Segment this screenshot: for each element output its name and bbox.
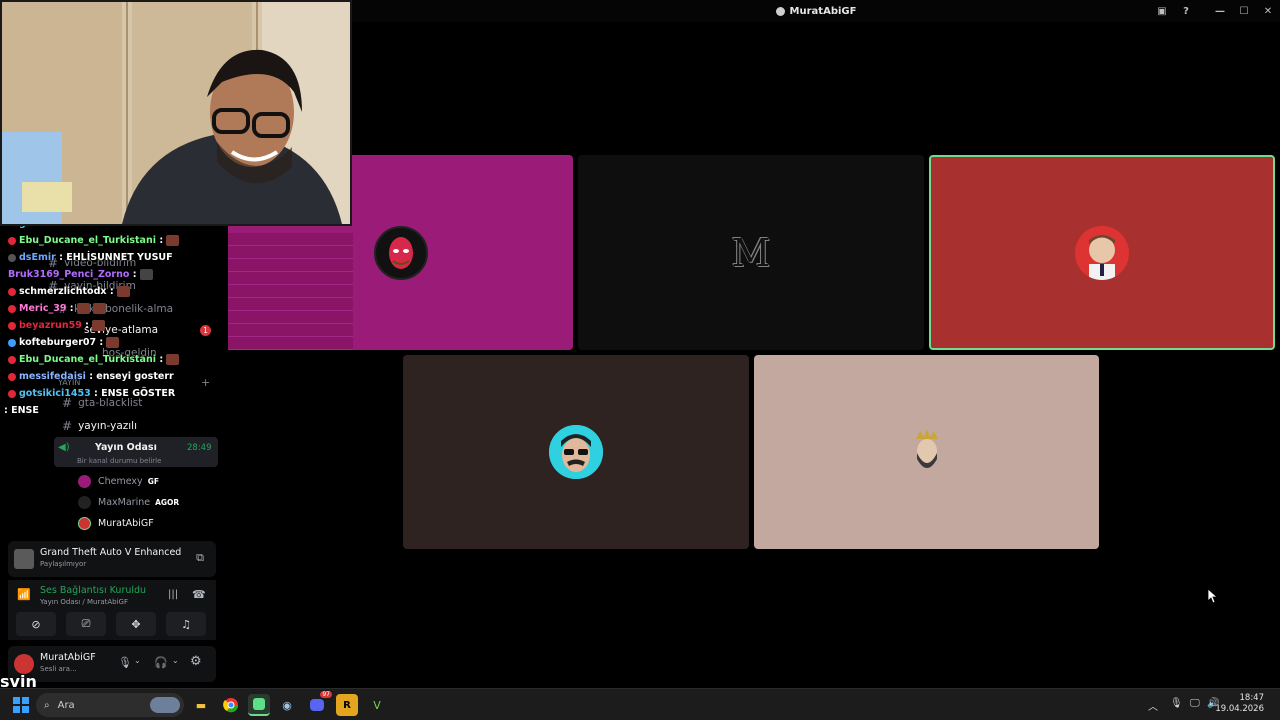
noise-suppression-icon[interactable]: ||| <box>168 589 178 600</box>
gta-taskbar-icon[interactable]: V <box>366 694 388 716</box>
screen-share-button[interactable]: ⎚ <box>66 612 106 636</box>
chat-line: : ENSE <box>4 405 39 416</box>
tray-microphone-icon[interactable]: 🎙 <box>1170 698 1183 709</box>
rockstar-launcher-icon[interactable]: R <box>336 694 358 716</box>
chrome-icon[interactable] <box>220 694 242 716</box>
screen-share-icon: ⎚ <box>81 617 91 630</box>
user-avatar[interactable] <box>14 654 34 674</box>
chevron-down-icon[interactable]: ⌄ <box>172 656 179 665</box>
chat-line: messifedaisi : enseyi gosterr <box>8 371 174 382</box>
soundboard-icon: ♫ <box>181 617 191 631</box>
voice-timer: 28:49 <box>187 443 212 453</box>
taskbar-clock[interactable]: 18:47 19.04.2026 <box>1215 693 1264 715</box>
user-name[interactable]: MuratAbiGF <box>40 652 96 663</box>
file-explorer-icon[interactable]: ▬ <box>190 694 212 716</box>
chat-line: schmerzlichtodx : <box>8 286 130 297</box>
gta-game-icon <box>14 549 34 569</box>
steam-icon[interactable]: ◉ <box>276 694 298 716</box>
avatar-letter-m: M <box>731 230 771 275</box>
avatar-chemexy <box>373 225 428 280</box>
user-status: Sesli ara... <box>40 665 77 673</box>
voice-channel-name: Yayın Odası <box>95 442 157 453</box>
camera-off-icon: ⊘ <box>31 617 41 631</box>
discord-app-icon <box>775 6 785 16</box>
speaker-icon: ◀) <box>58 442 70 453</box>
activity-panel[interactable]: Grand Theft Auto V Enhanced Paylaşılmıyo… <box>8 541 216 577</box>
voice-user-chemexy[interactable]: Chemexy GF <box>78 475 159 488</box>
activities-button[interactable]: ✥ <box>116 612 156 636</box>
webcam-overlay <box>0 0 352 226</box>
chat-line: beyazrun59 : <box>8 320 105 331</box>
settings-gear-icon[interactable]: ⚙ <box>190 654 202 669</box>
window-titlebar: MuratAbiGF ▣ ? — ☐ ✕ <box>352 0 1280 22</box>
close-button[interactable]: ✕ <box>1256 0 1280 22</box>
channel-yayin-yazili[interactable]: # yayın-yazılı <box>62 419 137 433</box>
window-title: MuratAbiGF <box>789 5 857 17</box>
user-panel: MuratAbiGF Sesli ara... 🎙 ⌄ 🎧 ⌄ ⚙ <box>8 646 216 682</box>
clock-time: 18:47 <box>1239 693 1265 703</box>
video-tile-user-4[interactable] <box>403 355 749 549</box>
voice-status-hint[interactable]: Bir kanal durumu belirle <box>77 457 161 465</box>
avatar <box>78 475 91 488</box>
disconnect-icon[interactable]: ☎ <box>192 588 206 601</box>
search-icon: ⌕ <box>44 699 50 711</box>
chat-line: kofteburger07 : <box>8 337 120 348</box>
voice-user-muratabigf[interactable]: MuratAbiGF <box>78 517 154 530</box>
microphone-icon[interactable]: 🎙 <box>118 656 132 669</box>
camera-off-button[interactable]: ⊘ <box>16 612 56 636</box>
search-highlight-image <box>150 697 180 713</box>
video-tile-speaking[interactable] <box>929 155 1275 350</box>
avatar-speaking-user <box>1075 225 1129 280</box>
chat-line: Ebu_Ducane_el_Turkistani : <box>8 235 180 246</box>
discord-badge: 97 <box>320 691 332 698</box>
chevron-down-icon[interactable]: ⌄ <box>134 656 141 665</box>
unread-badge: 1 <box>200 325 211 336</box>
chat-line: gotsikici1453 : ENSE GÖSTER <box>8 388 175 399</box>
discord-taskbar-icon[interactable]: 97 <box>306 691 332 716</box>
voice-connection-status[interactable]: Ses Bağlantısı Kuruldu <box>40 585 146 596</box>
clock-date: 19.04.2026 <box>1215 704 1264 714</box>
chat-line: dsEmir : EHLİSUNNET YUSUF <box>8 252 173 263</box>
avatar-user-5 <box>899 425 954 479</box>
mouse-cursor-icon <box>1207 588 1219 607</box>
app-icon-green[interactable] <box>248 694 270 716</box>
avatar-user-4 <box>549 425 603 479</box>
add-channel-icon[interactable]: + <box>201 376 210 389</box>
tray-network-icon[interactable]: 🖵 <box>1190 698 1200 709</box>
windows-start-icon[interactable] <box>10 694 32 716</box>
video-tile-maxmarine[interactable]: M <box>578 155 924 350</box>
connection-signal-icon: 📶 <box>17 588 31 601</box>
tile-stripes <box>228 233 353 350</box>
voice-user-maxmarine[interactable]: MaxMarine AGOR <box>78 496 179 509</box>
video-tile-user-5[interactable] <box>754 355 1099 549</box>
activities-icon: ✥ <box>131 617 141 631</box>
search-placeholder: Ara <box>57 699 75 711</box>
maximize-button[interactable]: ☐ <box>1232 0 1256 22</box>
hash-icon: # <box>62 419 73 433</box>
chat-line: Ebu_Ducane_el_Turkistani : <box>8 354 180 365</box>
avatar <box>78 517 91 530</box>
headphones-icon[interactable]: 🎧 <box>154 656 168 669</box>
windows-taskbar: ⌕ Ara ▬ ◉ 97 R V ︿ 🎙 🖵 🔊 18:47 19.04.202… <box>0 688 1280 720</box>
chat-line: Bruk3169_Penci_Zorno : <box>8 269 153 280</box>
activity-game: Grand Theft Auto V Enhanced <box>40 547 182 558</box>
voice-connection-path[interactable]: Yayın Odası / MuratAbiGF <box>40 598 128 606</box>
activity-status: Paylaşılmıyor <box>40 560 87 568</box>
minimize-button[interactable]: — <box>1208 0 1232 22</box>
inbox-icon[interactable]: ▣ <box>1150 0 1174 22</box>
help-icon[interactable]: ? <box>1174 0 1198 22</box>
avatar <box>78 496 91 509</box>
tray-chevron-up-icon[interactable]: ︿ <box>1148 698 1158 713</box>
soundboard-button[interactable]: ♫ <box>166 612 206 636</box>
chat-line: Meric_39 : <box>8 303 106 314</box>
share-screen-icon[interactable]: ⧉ <box>196 551 204 565</box>
taskbar-search[interactable]: ⌕ Ara <box>36 693 184 717</box>
